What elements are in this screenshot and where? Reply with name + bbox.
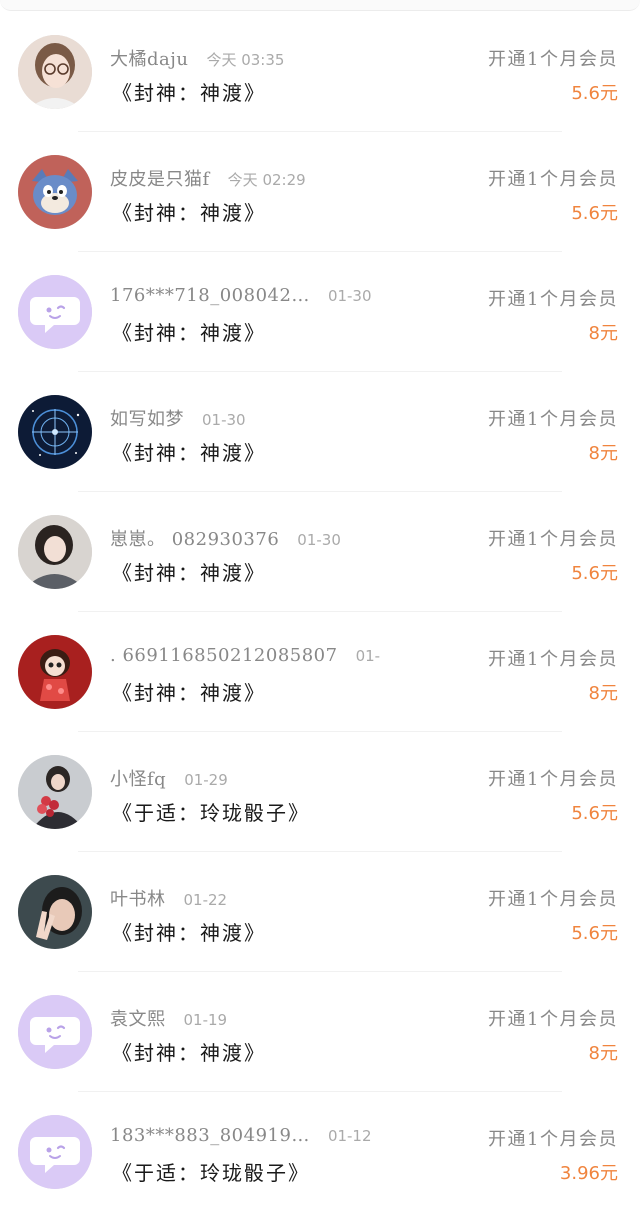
username[interactable]: . 669116850212085807: [110, 645, 338, 666]
name-line: 袁文熙 01-19: [110, 1005, 380, 1029]
name-line: 皮皮是只猫f 今天 02:29: [110, 165, 380, 189]
content-title[interactable]: 《封神：神渡》: [112, 557, 266, 586]
membership-plan: 开通1个月会员: [488, 649, 618, 670]
purchase-row-3[interactable]: 176***718_008042… 01-30 《封神：神渡》 开通1个月会员 …: [0, 252, 640, 372]
photo-peace-sign-avatar[interactable]: [18, 875, 92, 949]
price: 5.6元: [571, 203, 618, 224]
purchase-time: 01-30: [297, 531, 341, 549]
username[interactable]: 袁文熙: [110, 1005, 166, 1029]
default-chat-avatar[interactable]: [18, 275, 92, 349]
content-title[interactable]: 《于适：玲珑骰子》: [112, 797, 310, 826]
purchase-time: 01-30: [202, 411, 246, 429]
price: 5.6元: [571, 563, 618, 584]
username[interactable]: 崽崽。 082930376: [110, 525, 279, 549]
username[interactable]: 176***718_008042…: [110, 285, 310, 306]
membership-plan: 开通1个月会员: [488, 529, 618, 550]
price: 8元: [588, 443, 618, 464]
price: 5.6元: [571, 803, 618, 824]
purchase-time: 01-12: [327, 1127, 372, 1145]
content-title[interactable]: 《封神：神渡》: [112, 677, 266, 706]
purchase-row-9[interactable]: 袁文熙 01-19 《封神：神渡》 开通1个月会员 8元: [0, 972, 640, 1092]
purchase-row-1[interactable]: 大橘daju 今天 03:35 《封神：神渡》 开通1个月会员 5.6元: [0, 12, 640, 132]
photo-glasses-avatar[interactable]: [18, 35, 92, 109]
price: 5.6元: [571, 923, 618, 944]
photo-girl-avatar[interactable]: [18, 515, 92, 589]
username[interactable]: 183***883_804919…: [110, 1125, 310, 1146]
cartoon-cat-avatar[interactable]: [18, 155, 92, 229]
price: 3.96元: [559, 1163, 618, 1184]
top-card-edge: [0, 0, 640, 11]
name-line: 大橘daju 今天 03:35: [110, 45, 380, 69]
username[interactable]: 大橘daju: [110, 45, 188, 69]
username[interactable]: 小怪fq: [110, 765, 166, 789]
content-title[interactable]: 《封神：神渡》: [112, 77, 266, 106]
night-sky-avatar[interactable]: [18, 395, 92, 469]
purchase-time: 01-22: [183, 891, 228, 909]
doll-red-avatar[interactable]: [18, 635, 92, 709]
purchase-time: 01-19: [183, 1011, 228, 1029]
name-line: 183***883_804919… 01-12: [110, 1125, 380, 1149]
membership-plan: 开通1个月会员: [488, 1009, 618, 1030]
membership-plan: 开通1个月会员: [488, 409, 618, 430]
content-title[interactable]: 《封神：神渡》: [112, 1037, 266, 1066]
purchase-row-6[interactable]: . 669116850212085807 01-29 《封神：神渡》 开通1个月…: [0, 612, 640, 732]
purchase-row-7[interactable]: 小怪fq 01-29 《于适：玲珑骰子》 开通1个月会员 5.6元: [0, 732, 640, 852]
name-line: 176***718_008042… 01-30: [110, 285, 380, 309]
content-title[interactable]: 《封神：神渡》: [112, 917, 266, 946]
name-line: 崽崽。 082930376 01-30: [110, 525, 380, 549]
price: 8元: [588, 323, 618, 344]
content-title[interactable]: 《于适：玲珑骰子》: [112, 1157, 310, 1186]
default-chat-avatar[interactable]: [18, 1115, 92, 1189]
price: 5.6元: [571, 83, 618, 104]
membership-plan: 开通1个月会员: [488, 289, 618, 310]
purchase-row-10[interactable]: 183***883_804919… 01-12 《于适：玲珑骰子》 开通1个月会…: [0, 1092, 640, 1210]
name-line: 如写如梦 01-30: [110, 405, 380, 429]
purchase-row-8[interactable]: 叶书林 01-22 《封神：神渡》 开通1个月会员 5.6元: [0, 852, 640, 972]
purchase-time: 01-29: [355, 647, 380, 665]
purchase-list: 大橘daju 今天 03:35 《封神：神渡》 开通1个月会员 5.6元 皮皮是…: [0, 12, 640, 1210]
content-title[interactable]: 《封神：神渡》: [112, 437, 266, 466]
purchase-row-4[interactable]: 如写如梦 01-30 《封神：神渡》 开通1个月会员 8元: [0, 372, 640, 492]
name-line: . 669116850212085807 01-29: [110, 645, 380, 669]
purchase-time: 今天 03:35: [206, 51, 285, 69]
username[interactable]: 如写如梦: [110, 405, 184, 429]
username[interactable]: 皮皮是只猫f: [110, 165, 210, 189]
membership-plan: 开通1个月会员: [488, 889, 618, 910]
username[interactable]: 叶书林: [110, 885, 166, 909]
photo-flowers-avatar[interactable]: [18, 755, 92, 829]
purchase-row-5[interactable]: 崽崽。 082930376 01-30 《封神：神渡》 开通1个月会员 5.6元: [0, 492, 640, 612]
content-title[interactable]: 《封神：神渡》: [112, 197, 266, 226]
name-line: 叶书林 01-22: [110, 885, 380, 909]
purchase-row-2[interactable]: 皮皮是只猫f 今天 02:29 《封神：神渡》 开通1个月会员 5.6元: [0, 132, 640, 252]
price: 8元: [588, 1043, 618, 1064]
membership-plan: 开通1个月会员: [488, 169, 618, 190]
membership-plan: 开通1个月会员: [488, 49, 618, 70]
membership-plan: 开通1个月会员: [488, 1129, 618, 1150]
name-line: 小怪fq 01-29: [110, 765, 380, 789]
content-title[interactable]: 《封神：神渡》: [112, 317, 266, 346]
membership-plan: 开通1个月会员: [488, 769, 618, 790]
purchase-time: 今天 02:29: [227, 171, 306, 189]
purchase-time: 01-30: [327, 287, 372, 305]
default-chat-avatar[interactable]: [18, 995, 92, 1069]
purchase-time: 01-29: [184, 771, 228, 789]
price: 8元: [588, 683, 618, 704]
